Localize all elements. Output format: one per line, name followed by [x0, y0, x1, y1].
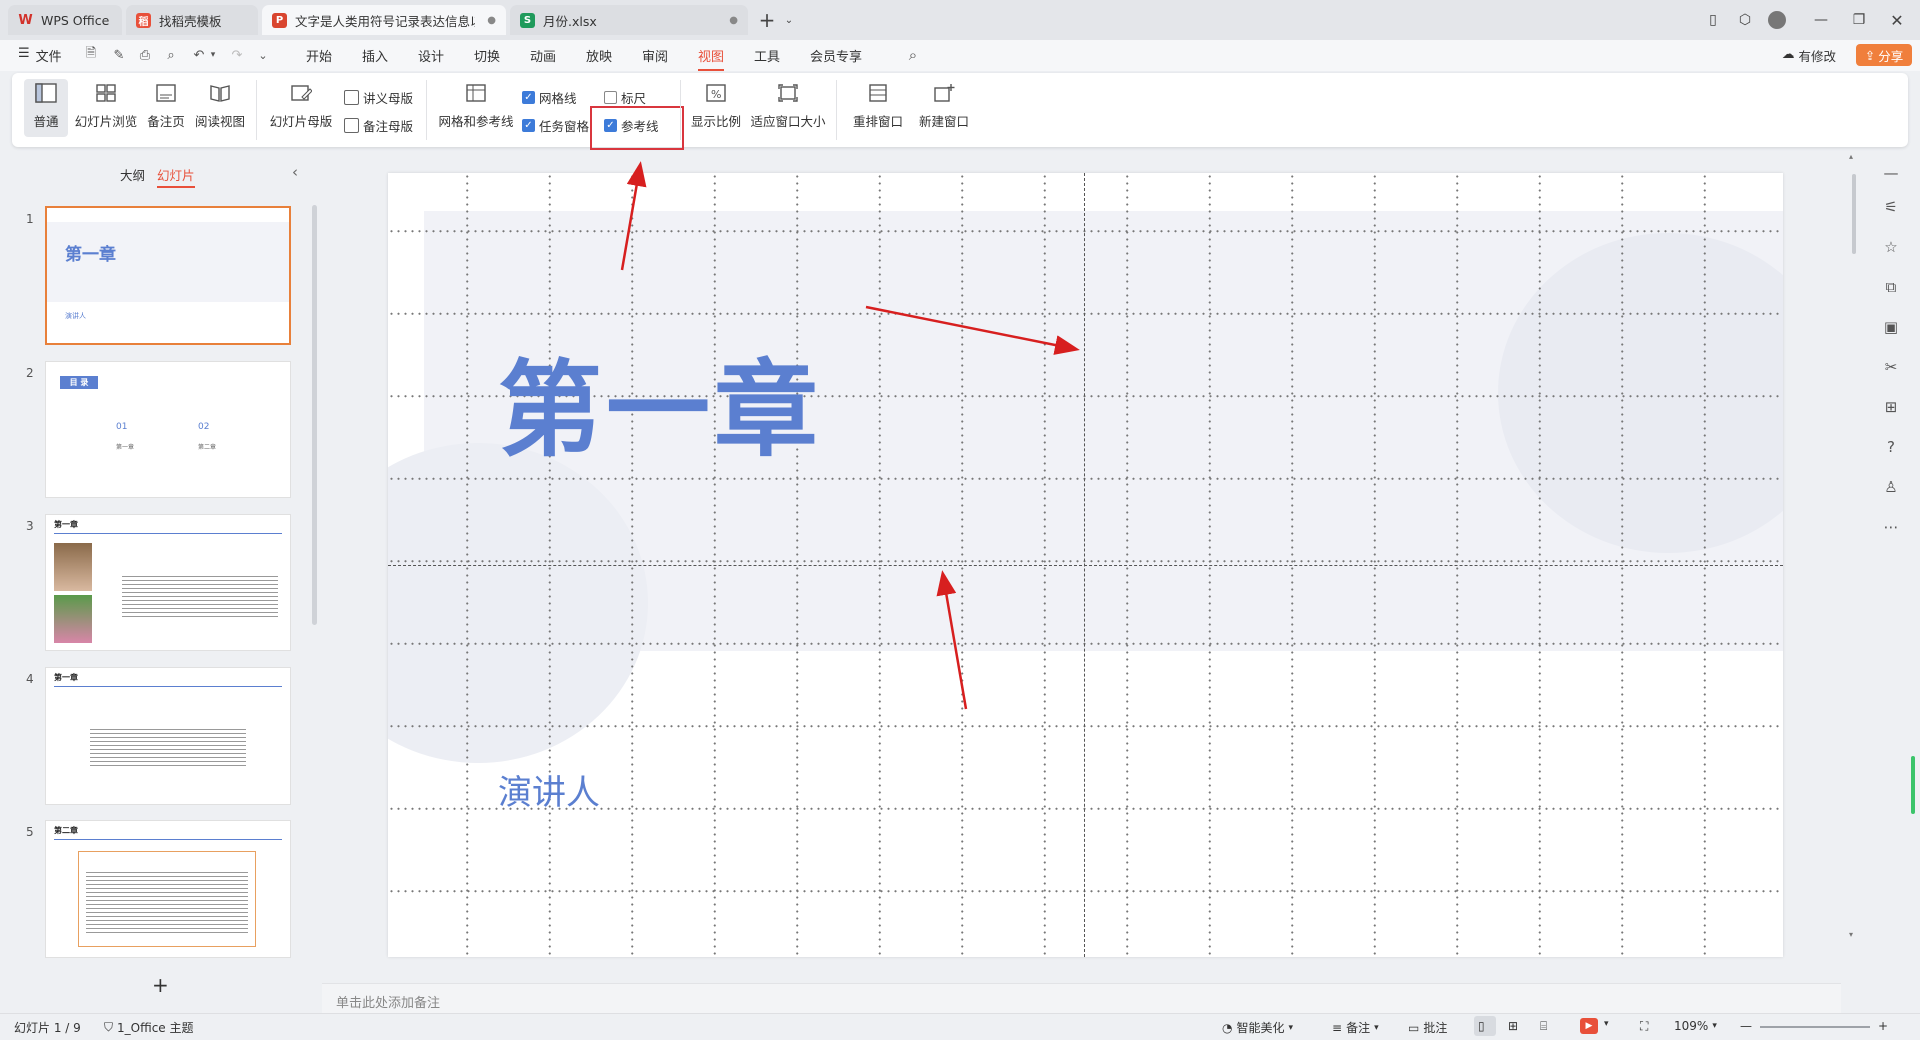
theme-label: 1_Office 主题 [117, 1021, 194, 1035]
arrow-to-guides-checkbox [620, 161, 647, 271]
zoom-out-icon[interactable]: — [1740, 1019, 1752, 1033]
notes-placeholder: 单击此处添加备注 [336, 996, 441, 1011]
zoom-level[interactable]: 109% ▾ [1674, 1019, 1717, 1033]
chevron-down-icon: ▾ [1374, 1022, 1379, 1033]
sorter-view-status-icon[interactable]: ⊞ [1508, 1019, 1518, 1033]
comments-label: 批注 [1423, 1021, 1448, 1035]
adjust-sliders-icon[interactable]: ⚟ [1880, 196, 1902, 218]
notes-toggle-button[interactable]: ≡ 备注 ▾ [1332, 1019, 1379, 1036]
arrow-to-horizontal-guide [936, 570, 968, 710]
zoom-value: 109% [1674, 1019, 1709, 1033]
theme-icon: ⛉ [104, 1020, 114, 1034]
beautify-label: 智能美化 [1236, 1021, 1285, 1035]
green-side-indicator [1911, 756, 1915, 814]
arrow-to-vertical-guide [865, 305, 1080, 355]
copy-shape-icon[interactable]: ⧉ [1880, 276, 1902, 298]
shirt-icon[interactable]: ♙ [1880, 476, 1902, 498]
play-slideshow-icon[interactable]: ▶ [1580, 1018, 1598, 1034]
beautify-icon: ◔ [1222, 1020, 1233, 1035]
tools-icon[interactable]: ✂ [1880, 356, 1902, 378]
comments-button[interactable]: ▭ 批注 [1408, 1019, 1447, 1036]
comment-icon: ▭ [1408, 1020, 1420, 1035]
theme-indicator[interactable]: ⛉ 1_Office 主题 [104, 1019, 194, 1036]
slide-counter: 幻灯片 1 / 9 [14, 1021, 81, 1035]
fit-zoom-icon[interactable]: ⛶ [1640, 1019, 1648, 1034]
help-icon[interactable]: ? [1880, 436, 1902, 458]
slideshow-dropdown-icon[interactable]: ▾ [1604, 1019, 1609, 1029]
image-edit-icon[interactable]: ▣ [1880, 316, 1902, 338]
star-icon[interactable]: ☆ [1880, 236, 1902, 258]
notes-area[interactable]: 单击此处添加备注 [322, 983, 1841, 1013]
scrollbar-thumb[interactable] [1852, 174, 1856, 254]
notes-icon: ≡ [1332, 1020, 1343, 1035]
zoom-slider[interactable] [1760, 1026, 1870, 1028]
chevron-down-icon: ▾ [1288, 1022, 1294, 1033]
collapse-line-icon[interactable]: — [1880, 162, 1902, 184]
more-dots-icon[interactable]: ⋯ [1880, 516, 1902, 538]
normal-view-status-icon[interactable]: ▯ [1478, 1019, 1485, 1033]
annotation-arrows [620, 161, 1080, 710]
scroll-up-icon[interactable]: ▴ [1849, 152, 1853, 161]
chevron-down-icon: ▾ [1712, 1021, 1717, 1031]
book-icon[interactable]: ⊞ [1880, 396, 1902, 418]
canvas-scrollbar[interactable]: ▴ ▾ [1846, 152, 1860, 980]
zoom-in-icon[interactable]: + [1878, 1019, 1888, 1033]
smart-beautify-button[interactable]: ◔ 智能美化 ▾ [1222, 1019, 1293, 1036]
notes-label: 备注 [1346, 1021, 1371, 1035]
status-bar [0, 1013, 1920, 1040]
reading-view-status-icon[interactable]: ⌸ [1540, 1019, 1547, 1034]
scroll-down-icon[interactable]: ▾ [1849, 930, 1853, 939]
